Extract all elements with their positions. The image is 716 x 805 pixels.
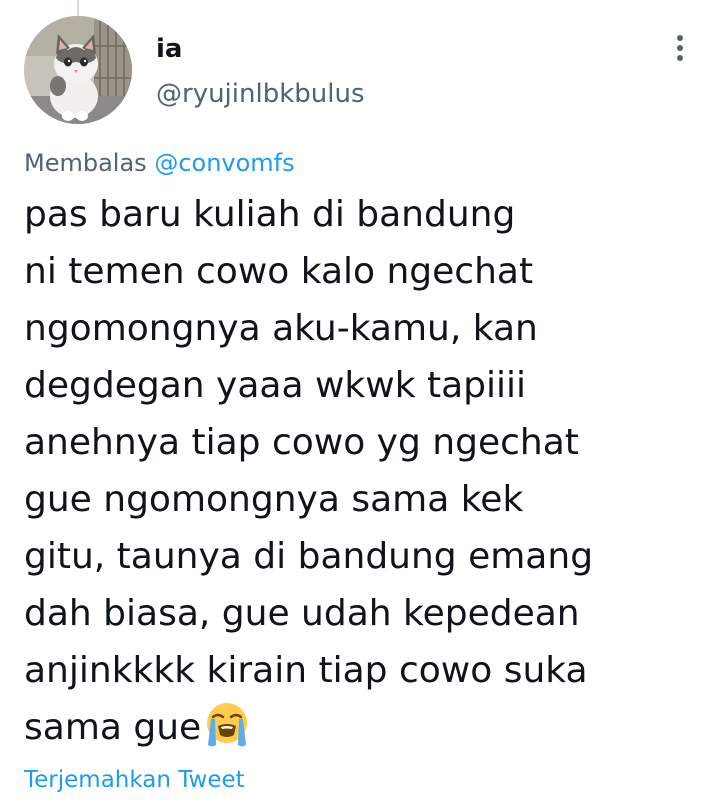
avatar[interactable]: [24, 16, 132, 124]
tweet-text-line: ni temen cowo kalo ngechat: [24, 251, 534, 292]
translate-tweet-link[interactable]: Terjemahkan Tweet: [24, 764, 245, 796]
author-display-name[interactable]: ia: [156, 32, 182, 66]
more-options-button[interactable]: [664, 30, 696, 66]
reply-prefix: Membalas: [24, 149, 147, 177]
tweet-text-line: sama gue: [24, 707, 202, 748]
more-vertical-icon: [677, 35, 683, 61]
tweet-text-line: pas baru kuliah di bandung: [24, 194, 516, 235]
tweet-text-line: gitu, taunya di bandung emang: [24, 536, 594, 577]
loudly-crying-face-icon: [207, 703, 248, 747]
tweet-text: pas baru kuliah di bandung ni temen cowo…: [24, 186, 684, 756]
reply-mention-link[interactable]: @convomfs: [154, 149, 294, 177]
tweet-text-line: gue ngomongnya sama kek: [24, 479, 524, 520]
kitten-avatar-image: [24, 16, 132, 124]
tweet-text-line: degdegan yaaa wkwk tapiiii: [24, 365, 527, 406]
tweet-text-line: anjinkkkk kirain tiap cowo suka: [24, 650, 588, 691]
thread-connector-line: [77, 0, 79, 16]
reply-context: Membalas @convomfs: [24, 147, 295, 179]
tweet-text-line: anehnya tiap cowo yg ngechat: [24, 422, 579, 463]
tweet-text-last-line: sama gue: [24, 699, 684, 756]
tweet-text-line: ngomongnya aku-kamu, kan: [24, 308, 538, 349]
tweet-text-line: dah biasa, gue udah kepedean: [24, 593, 580, 634]
author-handle[interactable]: @ryujinlbkbulus: [156, 77, 365, 111]
